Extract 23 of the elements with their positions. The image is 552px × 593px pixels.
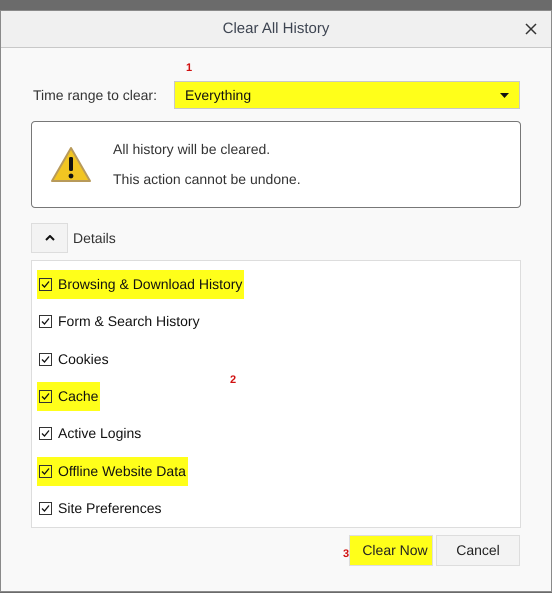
warning-text: This action cannot be undone. xyxy=(113,170,301,189)
warning-icon xyxy=(50,146,92,184)
annotation-number: 2 xyxy=(230,373,236,388)
history-checkbox[interactable]: Form & Search History xyxy=(37,307,202,336)
caret-icon xyxy=(500,92,509,98)
clear-now-button[interactable]: Clear Now xyxy=(349,535,433,566)
history-checkbox[interactable]: Browsing & Download History xyxy=(37,270,244,300)
details-label: Details xyxy=(73,228,116,248)
details-toggle[interactable] xyxy=(31,223,68,253)
close-icon xyxy=(525,23,537,35)
annotation-number: 3 xyxy=(343,547,350,562)
history-checkbox[interactable]: Active Logins xyxy=(37,419,144,448)
history-checkbox[interactable]: Offline Website Data xyxy=(37,456,188,486)
history-checkbox[interactable]: Site Preferences xyxy=(37,494,164,523)
time-range-dropdown[interactable]: Everything xyxy=(174,81,520,109)
chevron-icon xyxy=(44,235,54,241)
cancel-button[interactable]: Cancel xyxy=(436,535,520,566)
time-range-label: Time range to clear: xyxy=(33,86,157,105)
window-title: Clear All History xyxy=(222,18,330,39)
history-checkbox[interactable]: Cookies xyxy=(37,344,111,374)
history-checkbox[interactable]: Cache xyxy=(37,382,100,411)
annotation-number: 1 xyxy=(186,61,192,76)
warning-text: All history will be cleared. xyxy=(113,140,272,159)
